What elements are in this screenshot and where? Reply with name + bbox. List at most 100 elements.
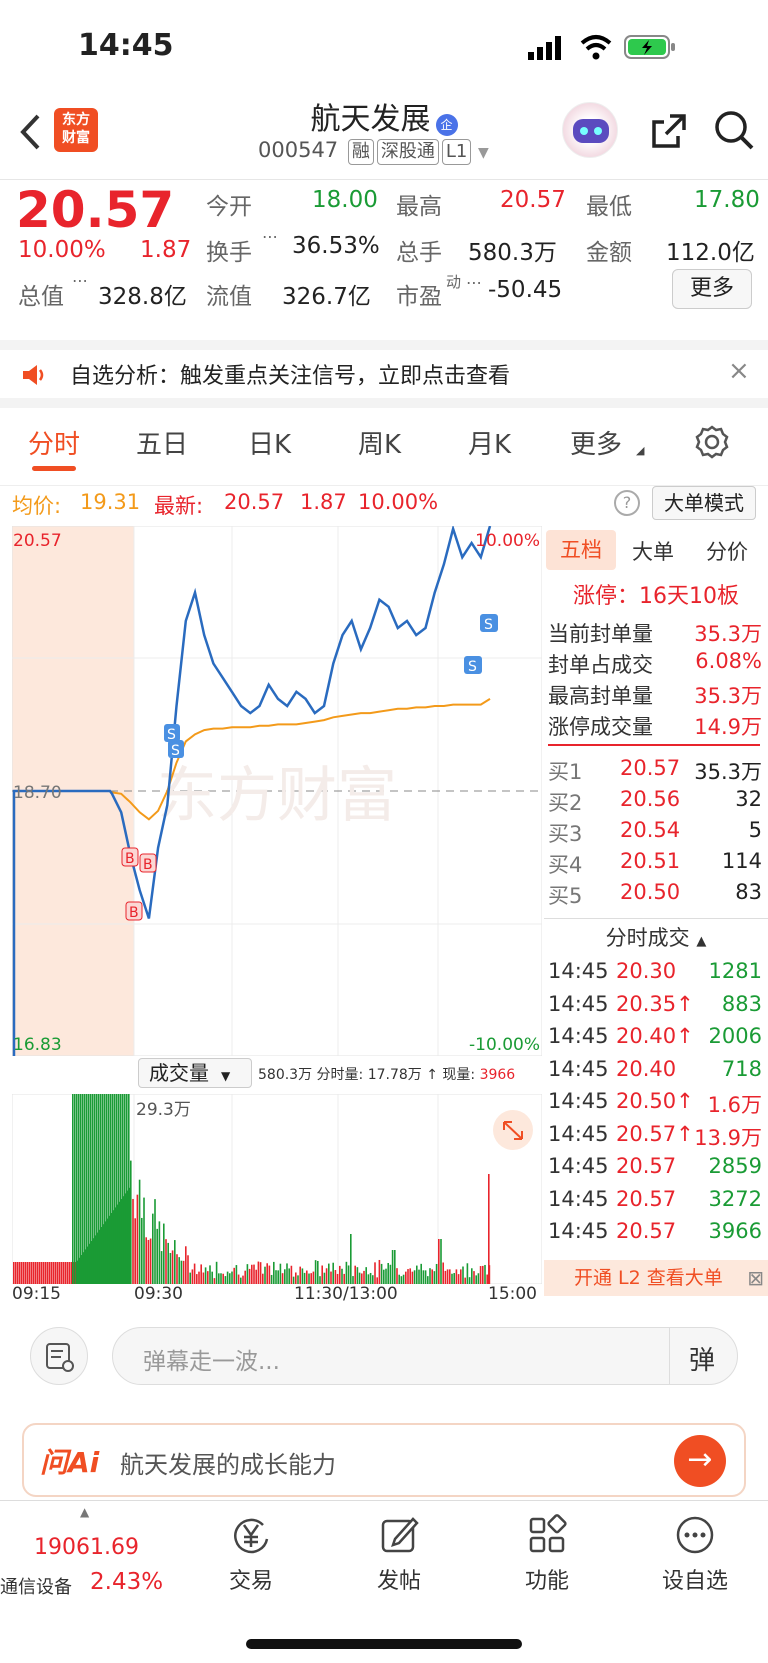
- buy-marker[interactable]: B: [139, 853, 157, 873]
- volume-bar: [332, 1262, 334, 1284]
- volume-bar: [350, 1234, 352, 1284]
- stock-code-row[interactable]: 000547 融深股通 L1 ▼: [258, 138, 489, 165]
- volume-bar: [455, 1269, 458, 1284]
- bid-price: 20.56: [620, 787, 681, 811]
- nav-functions[interactable]: 功能: [492, 1513, 602, 1595]
- trade-time: 14:45: [548, 1219, 609, 1243]
- buy-marker[interactable]: B: [125, 901, 143, 921]
- time-label-close: 15:00: [488, 1284, 537, 1304]
- l2-promo[interactable]: 开通 L2 查看大单 ⊠: [544, 1260, 768, 1296]
- volume-bar: [218, 1273, 220, 1284]
- volume-bar: [160, 1251, 163, 1284]
- trades-title[interactable]: 分时成交 ▲: [544, 922, 768, 952]
- volume-bar: [65, 1262, 67, 1284]
- volume-bar: [438, 1239, 440, 1284]
- danmu-list-icon[interactable]: [30, 1327, 88, 1385]
- bid-row[interactable]: 买1 20.57 35.3万: [548, 756, 762, 786]
- big-order-mode-button[interactable]: 大单模式: [652, 486, 756, 520]
- volume-value: 580.3万: [468, 240, 557, 266]
- bid-volume: 32: [735, 787, 762, 811]
- info-icon[interactable]: ⋯: [72, 271, 88, 290]
- tab-price-dist[interactable]: 分价: [706, 536, 748, 566]
- last-price: 20.57: [16, 181, 175, 239]
- share-icon[interactable]: [648, 110, 690, 152]
- more-button[interactable]: 更多: [672, 269, 752, 309]
- intraday-chart[interactable]: 东方财富 20.57 18.70 16.83 10.00% -10.00% B …: [11, 524, 543, 1057]
- search-icon[interactable]: [712, 108, 756, 152]
- seal-stat-label: 当前封单量: [548, 622, 653, 646]
- seal-stat-value: 6.08%: [695, 649, 762, 673]
- volume-bar: [15, 1262, 17, 1284]
- volume-bar: [372, 1275, 374, 1284]
- volume-bar: [69, 1262, 71, 1284]
- home-indicator: [246, 1639, 522, 1649]
- tab-5day[interactable]: 五日: [136, 424, 188, 461]
- seal-stat-label: 涨停成交量: [548, 715, 653, 739]
- volume-bar: [118, 1094, 120, 1284]
- bid-row[interactable]: 买2 20.56 32: [548, 787, 762, 817]
- ai-ask-bar[interactable]: 问Ai 航天发展的成长能力 →: [22, 1423, 746, 1497]
- volume-bar: [78, 1094, 80, 1284]
- notice-bar[interactable]: 自选分析：触发重点关注信号，立即点击查看 ×: [0, 340, 768, 408]
- float-label: 流值: [206, 284, 252, 310]
- volume-bar: [94, 1094, 96, 1284]
- bid-row[interactable]: 买4 20.51 114: [548, 849, 762, 879]
- nav-trade[interactable]: 交易: [196, 1513, 306, 1595]
- tab-daily[interactable]: 日K: [248, 424, 291, 461]
- tab-five-levels[interactable]: 五档: [546, 530, 616, 570]
- close-icon[interactable]: ⊠: [747, 1260, 764, 1296]
- svg-text:B: B: [125, 851, 135, 867]
- index-widget[interactable]: ▲ 19061.69 通信设备 2.43%: [0, 1505, 176, 1615]
- chevron-down-icon: ▼: [478, 145, 489, 161]
- sell-marker[interactable]: S: [480, 614, 498, 633]
- nav-post[interactable]: 发帖: [344, 1513, 454, 1595]
- trade-row: 14:45 20.30 1281: [548, 959, 762, 989]
- volume-bar: [275, 1270, 277, 1284]
- tab-monthly[interactable]: 月K: [468, 424, 511, 461]
- volume-bar: [312, 1271, 315, 1284]
- volume-bar: [104, 1094, 106, 1284]
- info-icon[interactable]: ⋯: [262, 227, 278, 246]
- trade-price: 20.40↑: [616, 1024, 694, 1048]
- tab-weekly[interactable]: 周K: [358, 424, 401, 461]
- danmu-input[interactable]: 弹幕走一波... 弹: [112, 1327, 738, 1385]
- nav-trade-label: 交易: [228, 1569, 273, 1594]
- sell-marker[interactable]: S: [168, 740, 184, 759]
- pe-label: 市盈: [396, 284, 442, 310]
- volume-bar: [308, 1273, 310, 1284]
- signal-icon: [528, 36, 561, 60]
- trades-title-label: 分时成交: [605, 926, 690, 950]
- change-amount: 1.87: [140, 237, 192, 263]
- buy-marker[interactable]: B: [121, 847, 139, 867]
- help-icon[interactable]: ?: [614, 490, 640, 516]
- tab-more[interactable]: 更多: [570, 424, 622, 461]
- bid-row[interactable]: 买3 20.54 5: [548, 818, 762, 848]
- sell-marker[interactable]: S: [464, 656, 482, 675]
- volume-bar: [112, 1094, 114, 1284]
- index-pct: 2.43%: [90, 1569, 164, 1595]
- trade-time: 14:45: [548, 959, 609, 983]
- tab-intraday[interactable]: 分时: [28, 424, 80, 461]
- volume-bar: [224, 1276, 227, 1284]
- speaker-icon: [23, 365, 44, 385]
- bid-row[interactable]: 买5 20.50 83: [548, 880, 762, 910]
- grid-icon: [529, 1514, 567, 1553]
- volume-bar: [233, 1267, 235, 1284]
- danmu-toggle-button[interactable]: 弹: [689, 1340, 715, 1377]
- info-icon[interactable]: ⋯: [466, 273, 482, 292]
- volume-bar: [41, 1262, 43, 1284]
- indicator-selector[interactable]: 成交量 ▼: [138, 1058, 252, 1088]
- robot-avatar-icon[interactable]: [562, 102, 618, 158]
- volume-bar: [387, 1262, 389, 1284]
- arrow-right-icon[interactable]: →: [674, 1435, 726, 1487]
- volume-bar: [429, 1268, 431, 1284]
- volume-bar: [352, 1276, 354, 1284]
- trade-time: 14:45: [548, 1056, 609, 1081]
- volume-panel[interactable]: 成交量 ▼ 580.3万 分时量: 17.78万 ↑ 现量: 3966 29.3万: [12, 1058, 542, 1284]
- trade-row: 14:45 20.57 3966: [548, 1219, 762, 1249]
- nav-add-watchlist[interactable]: 设自选: [640, 1513, 750, 1595]
- tab-big-orders[interactable]: 大单: [632, 536, 674, 566]
- gear-icon[interactable]: [694, 424, 730, 460]
- close-icon[interactable]: ×: [728, 356, 750, 386]
- pe-value: -50.45: [488, 277, 563, 303]
